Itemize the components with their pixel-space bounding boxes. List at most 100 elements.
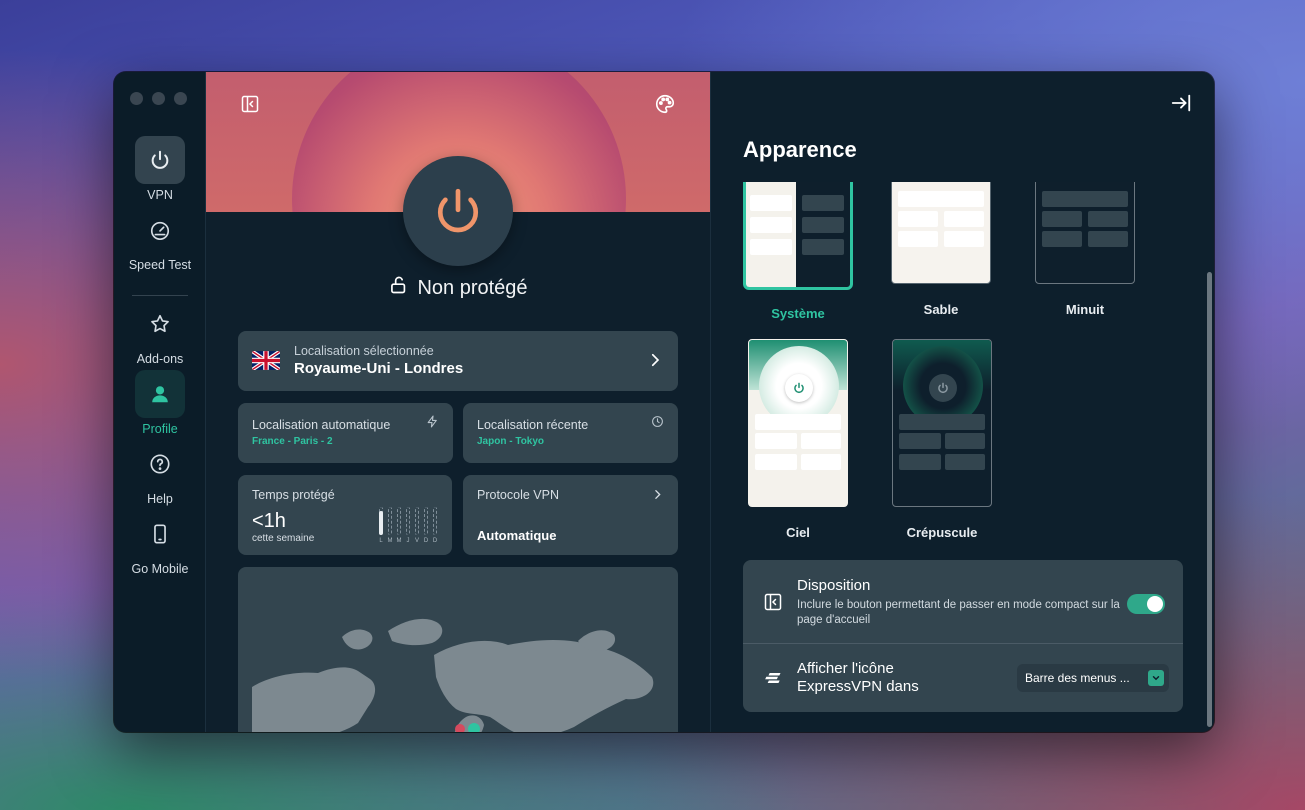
theme-dusk[interactable]: Crépuscule (892, 339, 992, 540)
weekly-bar-day: J (405, 507, 411, 544)
weekly-bar-track (406, 507, 410, 535)
auto-location-label: Localisation automatique (252, 418, 391, 432)
theme-sand[interactable]: Sable (891, 182, 991, 317)
theme-dusk-preview (892, 339, 992, 507)
page-title: Apparence (743, 137, 857, 162)
protected-time-card: Temps protégé <1h cette semaine LMMJVDD (238, 475, 452, 555)
vpn-protocol-value: Automatique (477, 528, 557, 543)
selected-location-value: Royaume-Uni - Londres (294, 360, 464, 377)
collapse-panel-icon[interactable] (1170, 92, 1194, 116)
compact-mode-icon[interactable] (238, 92, 262, 116)
weekly-bar-label: L (379, 538, 383, 544)
connection-status: Non protégé (206, 275, 710, 301)
weekly-bar-track (424, 507, 428, 535)
selected-location-card[interactable]: Localisation sélectionnée Royaume-Uni - … (238, 331, 678, 391)
select-value: Barre des menus ... (1025, 671, 1130, 685)
vpn-protocol-card[interactable]: Protocole VPN Automatique (463, 475, 678, 555)
sidebar: VPN Speed Test Add-ons Profile Help Go M… (114, 72, 206, 732)
recent-location-card[interactable]: Localisation récente Japon - Tokyo (463, 403, 678, 463)
display-settings-card: Disposition Inclure le bouton permettant… (743, 560, 1183, 712)
compact-mode-toggle[interactable] (1127, 594, 1165, 614)
theme-sand-preview (891, 182, 991, 284)
sidebar-item-profile[interactable]: Profile (114, 370, 206, 436)
power-icon (135, 136, 185, 184)
recent-location-label: Localisation récente (477, 418, 589, 432)
weekly-bar-day: V (414, 507, 420, 544)
chevron-down-icon (1148, 670, 1164, 686)
close-window-button[interactable] (130, 92, 143, 105)
theme-picker: Système Sable Minuit Ciel Crépuscule (743, 182, 1183, 552)
protected-time-label: Temps protégé (252, 488, 335, 502)
weekly-bar-label: J (406, 538, 410, 544)
sidebar-item-help[interactable]: Help (114, 440, 206, 506)
chevron-right-icon (646, 351, 664, 374)
chevron-right-icon (651, 488, 664, 506)
layout-setting-title: Disposition (797, 577, 871, 594)
person-icon (135, 370, 185, 418)
sidebar-item-vpn[interactable]: VPN (114, 136, 206, 202)
clock-icon (651, 415, 664, 433)
theme-label: Sable (923, 302, 959, 317)
compact-layout-icon (763, 592, 783, 612)
sidebar-divider (132, 295, 188, 296)
star-icon (135, 300, 185, 348)
window-controls (130, 92, 187, 105)
minimize-window-button[interactable] (152, 92, 165, 105)
weekly-bar-label: V (414, 538, 419, 544)
theme-midnight[interactable]: Minuit (1035, 182, 1135, 317)
expressvpn-logo-icon (763, 668, 783, 688)
vpn-main-panel: Non protégé Localisation sélectionnée Ro… (206, 72, 711, 732)
weekly-bar-track (415, 507, 419, 535)
weekly-bar-day: L (378, 507, 384, 544)
palette-icon[interactable] (653, 92, 677, 116)
weekly-bar-day: D (432, 507, 438, 544)
weekly-bar-day: M (387, 507, 393, 544)
sidebar-item-label: Profile (142, 422, 178, 436)
sidebar-item-go-mobile[interactable]: Go Mobile (114, 510, 206, 576)
layout-setting-description: Inclure le bouton permettant de passer e… (797, 599, 1120, 626)
sidebar-item-speed-test[interactable]: Speed Test (114, 206, 206, 272)
weekly-bar-track (388, 507, 392, 535)
world-map-card[interactable] (238, 567, 678, 732)
auto-location-card[interactable]: Localisation automatique France - Paris … (238, 403, 453, 463)
sidebar-item-label: VPN (147, 188, 173, 202)
menu-icon-setting-title: Afficher l'icône ExpressVPN dans (797, 660, 919, 695)
protected-time-period: cette semaine (252, 533, 315, 544)
vpn-protocol-label: Protocole VPN (477, 488, 559, 502)
theme-label: Crépuscule (906, 525, 978, 540)
recent-location-value: Japon - Tokyo (477, 436, 545, 447)
settings-panel: Apparence Système Sable Minuit Ciel Crép… (711, 72, 1214, 732)
theme-system[interactable]: Système (743, 182, 853, 321)
status-text: Non protégé (417, 276, 528, 299)
theme-system-preview (743, 182, 853, 290)
uk-flag-icon (252, 351, 280, 370)
sidebar-item-label: Speed Test (128, 258, 192, 272)
weekly-bar-track (397, 507, 401, 535)
weekly-bar-label: D (423, 538, 429, 544)
weekly-bar-label: M (396, 538, 402, 544)
theme-midnight-preview (1035, 182, 1135, 284)
weekly-bar-track (433, 507, 437, 535)
weekly-bar-day: M (396, 507, 402, 544)
theme-label: Ciel (786, 525, 810, 540)
question-icon (135, 440, 185, 488)
theme-label: Système (771, 306, 825, 321)
scrollbar[interactable] (1207, 272, 1212, 727)
selected-location-label: Localisation sélectionnée (294, 344, 434, 358)
weekly-bar-day: D (423, 507, 429, 544)
protected-time-value: <1h (252, 510, 286, 532)
weekly-bar-track (379, 507, 383, 535)
sidebar-item-add-ons[interactable]: Add-ons (114, 300, 206, 366)
auto-location-value: France - Paris - 2 (252, 436, 333, 447)
sidebar-item-label: Add-ons (136, 352, 184, 366)
phone-icon (135, 510, 185, 558)
theme-sky[interactable]: Ciel (748, 339, 848, 540)
sidebar-item-label: Help (147, 492, 173, 506)
connect-power-button[interactable] (403, 156, 513, 266)
zoom-window-button[interactable] (174, 92, 187, 105)
lightning-icon (426, 415, 439, 433)
weekly-bar-fill (379, 511, 383, 535)
weekly-bar-label: M (387, 538, 393, 544)
weekly-bar-label: D (432, 538, 438, 544)
menu-icon-location-select[interactable]: Barre des menus ... (1017, 664, 1169, 692)
